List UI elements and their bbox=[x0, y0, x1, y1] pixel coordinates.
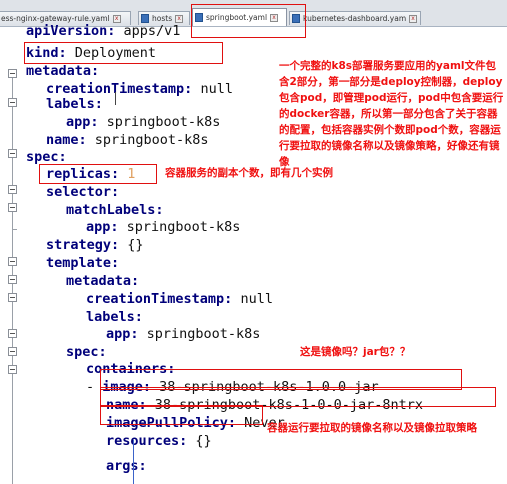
yaml-key: app: bbox=[86, 219, 119, 235]
fold-line bbox=[12, 78, 13, 157]
yaml-key: name: bbox=[46, 132, 87, 148]
yaml-key: metadata: bbox=[26, 63, 100, 79]
yaml-key: template: bbox=[46, 255, 120, 271]
code-line: selector: bbox=[46, 183, 119, 201]
fold-toggle-icon[interactable] bbox=[8, 98, 17, 107]
yaml-key: spec: bbox=[26, 149, 67, 165]
fold-toggle-icon[interactable] bbox=[8, 185, 17, 194]
close-icon[interactable]: x bbox=[409, 14, 417, 23]
kind-highlight-box bbox=[24, 42, 223, 64]
name-highlight-box bbox=[100, 387, 496, 407]
yaml-value: springboot-k8s bbox=[138, 326, 261, 342]
yaml-key: resources: bbox=[106, 433, 188, 449]
fold-toggle-icon[interactable] bbox=[8, 69, 17, 78]
yaml-value: {} bbox=[187, 433, 212, 449]
yaml-key: selector: bbox=[46, 184, 120, 200]
yaml-key: labels: bbox=[86, 309, 143, 325]
code-line: metadata: bbox=[66, 272, 139, 290]
image-question-annotation: 这是镜像吗？jar包？？ bbox=[300, 346, 411, 358]
fold-toggle-icon[interactable] bbox=[8, 203, 17, 212]
deploy-annotation: 一个完整的k8s部署服务要应用的yaml文件包含2部分，第一部分是deploy控… bbox=[279, 60, 504, 168]
fold-toggle-icon[interactable] bbox=[8, 275, 17, 284]
yaml-key: strategy: bbox=[46, 237, 120, 253]
pull-policy-highlight-box bbox=[100, 405, 263, 425]
yaml-key: apiVersion: bbox=[26, 23, 116, 39]
yaml-key: metadata: bbox=[66, 273, 140, 289]
code-line: args: bbox=[106, 457, 147, 475]
code-line: app: springboot-k8s bbox=[86, 218, 240, 236]
code-line: matchLabels: bbox=[66, 201, 164, 219]
yaml-value: {} bbox=[119, 237, 144, 253]
fold-toggle-icon[interactable] bbox=[8, 257, 17, 266]
code-line: spec: bbox=[66, 343, 107, 361]
code-line: app: springboot-k8s bbox=[106, 325, 260, 343]
code-line: name: springboot-k8s bbox=[46, 131, 209, 149]
mouse-cursor-icon bbox=[115, 92, 116, 105]
fold-toggle-icon[interactable] bbox=[8, 365, 17, 374]
yaml-key: app: bbox=[106, 326, 139, 342]
code-line: metadata: bbox=[26, 62, 99, 80]
code-line: template: bbox=[46, 254, 119, 272]
fold-toggle-icon[interactable] bbox=[8, 347, 17, 356]
yaml-key: args: bbox=[106, 458, 147, 474]
yaml-value: null bbox=[192, 81, 233, 97]
fold-toggle-icon[interactable] bbox=[8, 329, 17, 338]
yaml-key: matchLabels: bbox=[66, 202, 164, 218]
pull-policy-annotation: 容器运行要拉取的镜像名称以及镜像拉取策略 bbox=[267, 422, 477, 434]
tab-label: kubernetes-dashboard.yaml bbox=[303, 14, 406, 23]
replicas-annotation: 容器服务的副本个数，即有几个实例 bbox=[165, 167, 333, 179]
yaml-key: app: bbox=[66, 114, 99, 130]
code-line: app: springboot-k8s bbox=[66, 113, 220, 131]
yaml-value: springboot-k8s bbox=[86, 132, 209, 148]
yaml-key: creationTimestamp: bbox=[86, 291, 233, 307]
fold-toggle-icon[interactable] bbox=[8, 149, 17, 158]
yaml-key: labels: bbox=[46, 96, 103, 112]
code-line: apiVersion: apps/v1 bbox=[26, 22, 180, 40]
code-line: creationTimestamp: null bbox=[86, 290, 273, 308]
yaml-value: null bbox=[232, 291, 273, 307]
caret-guide bbox=[133, 440, 134, 484]
yaml-value: springboot-k8s bbox=[118, 219, 241, 235]
code-line: labels: bbox=[86, 308, 143, 326]
fold-gutter bbox=[0, 27, 24, 484]
yaml-key: spec: bbox=[66, 344, 107, 360]
code-line: labels: bbox=[46, 95, 103, 113]
fold-end bbox=[12, 229, 17, 230]
replicas-highlight-box bbox=[39, 164, 157, 184]
code-line: resources: {} bbox=[106, 432, 212, 450]
yaml-value: springboot-k8s bbox=[98, 114, 221, 130]
yaml-value: apps/v1 bbox=[115, 23, 181, 39]
code-line: strategy: {} bbox=[46, 236, 144, 254]
fold-toggle-icon[interactable] bbox=[8, 293, 17, 302]
tab-kubernetes-dashboard[interactable]: kubernetes-dashboard.yaml x bbox=[289, 11, 421, 25]
